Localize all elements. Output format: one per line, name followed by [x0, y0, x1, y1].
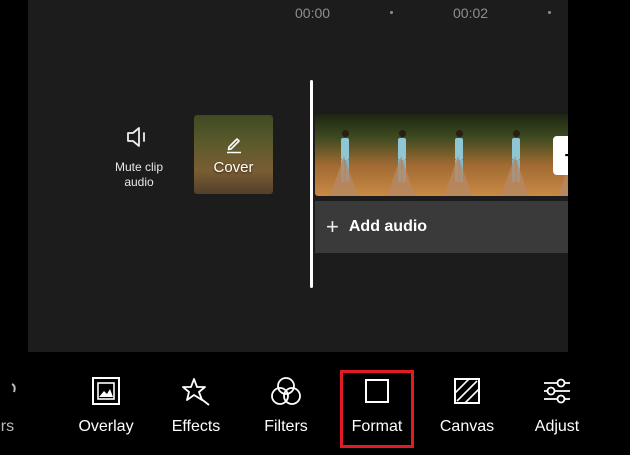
effects-icon [182, 378, 210, 406]
toolbar-item-filters[interactable]: Filters [243, 376, 329, 436]
clip-frame-thumbnail [315, 114, 372, 196]
plus-icon: + [326, 214, 339, 239]
toolbar-item-adjust[interactable]: Adjust [514, 376, 600, 436]
cover-label: Cover [213, 159, 254, 176]
clip-frame-thumbnail [486, 114, 543, 196]
canvas-icon [454, 378, 480, 404]
overlay-icon [92, 377, 120, 405]
toolbar-item-effects[interactable]: Effects [153, 376, 239, 436]
toolbar-label-effects: Effects [171, 418, 221, 435]
cover-thumbnail-button[interactable]: Cover [194, 115, 273, 194]
person-figure [512, 130, 520, 184]
timeline-edge [568, 0, 598, 352]
timeline-panel: 00:00 00:02 Mute clip audio Cover + Add … [28, 0, 598, 352]
person-figure [455, 130, 463, 184]
add-audio-label: Add audio [348, 218, 428, 235]
partial-tool-icon [11, 383, 16, 393]
ruler-tick [548, 11, 551, 14]
clip-frame-thumbnail [429, 114, 486, 196]
toolbar-label-adjust: Adjust [534, 418, 580, 435]
adjust-icon [544, 378, 570, 404]
playhead[interactable] [310, 80, 313, 288]
timecode-2s: 00:02 [453, 5, 489, 21]
toolbar-partial-label: ers [0, 418, 15, 435]
toolbar-label-overlay: Overlay [78, 418, 134, 435]
pencil-icon [227, 138, 241, 154]
toolbar-item-stickers[interactable]: ers [0, 376, 46, 436]
toolbar-label-filters: Filters [264, 418, 308, 435]
person-figure [341, 130, 349, 184]
ruler-tick [390, 11, 393, 14]
format-highlight-box [340, 370, 414, 448]
timecode-start: 00:00 [295, 5, 331, 21]
time-ruler[interactable]: 00:00 00:02 [28, 0, 598, 30]
mute-clip-label-line2: audio [124, 175, 154, 189]
toolbar-item-overlay[interactable]: Overlay [63, 376, 149, 436]
mute-clip-audio-button[interactable]: Mute clip audio [106, 125, 172, 190]
toolbar-label-canvas: Canvas [439, 418, 495, 435]
bottom-toolbar: ers Overlay Effects Filters Format [0, 352, 630, 455]
toolbar-item-canvas[interactable]: Canvas [424, 376, 510, 436]
person-figure [398, 130, 406, 184]
speaker-icon [127, 127, 145, 147]
filters-icon [271, 377, 301, 405]
clip-frame-thumbnail [372, 114, 429, 196]
mute-clip-label-line1: Mute clip [114, 160, 164, 174]
add-audio-button[interactable]: + Add audio [315, 201, 598, 253]
